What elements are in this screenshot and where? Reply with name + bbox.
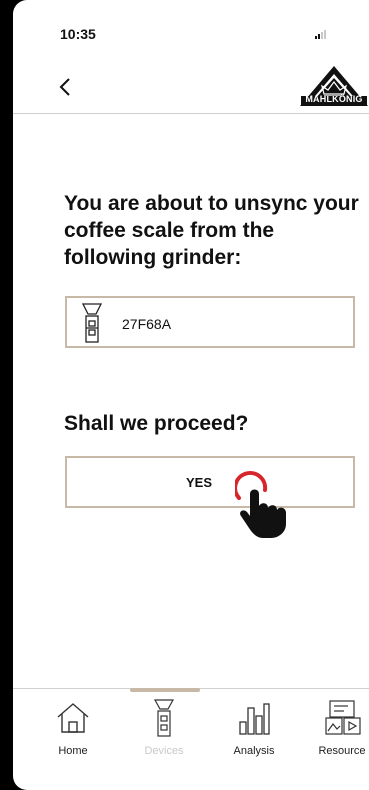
grinder-icon (81, 303, 103, 343)
home-icon (57, 703, 89, 733)
nav-home-label: Home (58, 745, 88, 757)
proceed-question: Shall we proceed? (64, 412, 249, 435)
yes-button[interactable]: YES (65, 456, 355, 508)
chevron-left-icon (59, 78, 70, 96)
app-screen: 10:35 MAHLKÖNIG You are about to unsync … (13, 0, 369, 790)
nav-analysis-label: Analysis (233, 745, 275, 757)
back-button[interactable] (53, 74, 79, 100)
status-time: 10:35 (60, 26, 96, 42)
nav-home[interactable]: Home (40, 696, 106, 766)
bar-chart-icon (239, 703, 270, 735)
nav-resource-label: Resource (318, 745, 366, 757)
logo-text: MAHLKÖNIG (305, 94, 363, 104)
page-heading: You are about to unsync your coffee scal… (64, 192, 359, 269)
signal-icon (315, 30, 326, 39)
nav-devices[interactable]: Devices (131, 696, 197, 766)
nav-resource[interactable]: Resource (309, 696, 369, 766)
nav-devices-label: Devices (144, 745, 184, 757)
grinder-id: 27F68A (122, 316, 172, 332)
grinder-card: 27F68A (65, 296, 355, 348)
grinder-icon (153, 699, 175, 737)
active-tab-indicator (130, 688, 200, 692)
resources-icon (325, 700, 361, 735)
nav-analysis[interactable]: Analysis (221, 696, 287, 766)
mahlkonig-logo: MAHLKÖNIG (298, 64, 369, 108)
header-divider (13, 113, 369, 114)
yes-button-label: YES (185, 475, 212, 490)
tap-hand-icon (235, 470, 286, 538)
